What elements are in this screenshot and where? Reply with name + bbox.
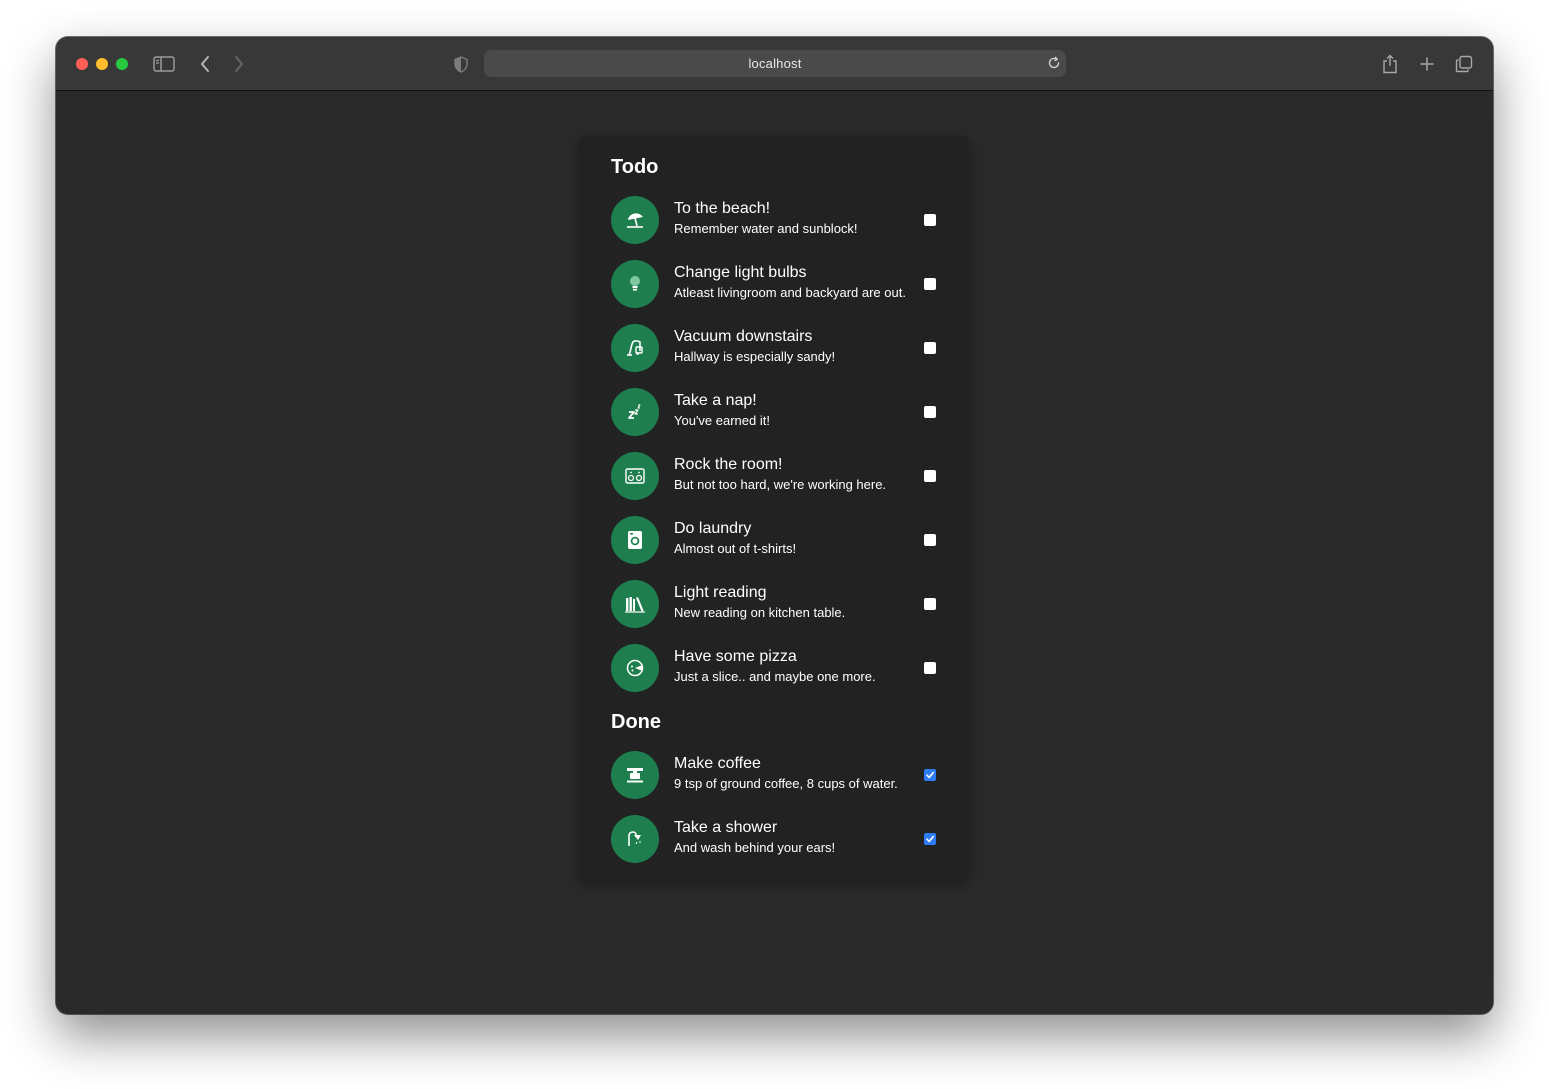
- todo-item-checkbox[interactable]: [924, 534, 936, 546]
- checkmark-icon: [926, 771, 934, 779]
- todo-item: Do laundry Almost out of t-shirts!: [611, 515, 941, 565]
- address-bar[interactable]: localhost: [484, 50, 1066, 77]
- reload-icon[interactable]: [1047, 56, 1061, 75]
- todo-section-title: Todo: [611, 156, 659, 178]
- todo-card: Todo To the beach! Remember water and su…: [579, 136, 969, 881]
- todo-item-subtitle: Hallway is especially sandy!: [674, 349, 836, 364]
- pizza-icon: [611, 644, 659, 692]
- share-icon[interactable]: [1378, 52, 1402, 76]
- checkmark-icon: [926, 835, 934, 843]
- todo-item-title: To the beach!: [674, 200, 771, 217]
- todo-item: Take a nap! You've earned it!: [611, 387, 941, 437]
- done-item-checkbox[interactable]: [924, 769, 936, 781]
- todo-item-checkbox[interactable]: [924, 470, 936, 482]
- done-item-title: Take a shower: [674, 819, 778, 836]
- done-item: Make coffee 9 tsp of ground coffee, 8 cu…: [611, 750, 941, 800]
- privacy-shield-icon[interactable]: [449, 52, 473, 76]
- browser-toolbar: localhost: [56, 37, 1493, 91]
- page-content: Todo To the beach! Remember water and su…: [56, 91, 1493, 1014]
- todo-item-checkbox[interactable]: [924, 342, 936, 354]
- todo-item-title: Take a nap!: [674, 392, 757, 409]
- done-item-title: Make coffee: [674, 755, 761, 772]
- coffee-maker-icon: [611, 751, 659, 799]
- close-window-button[interactable]: [76, 58, 88, 70]
- todo-item-subtitle: Remember water and sunblock!: [674, 221, 858, 236]
- back-icon[interactable]: [193, 52, 217, 76]
- todo-item-title: Light reading: [674, 584, 767, 601]
- done-item-subtitle: 9 tsp of ground coffee, 8 cups of water.: [674, 776, 898, 791]
- forward-icon[interactable]: [227, 52, 251, 76]
- sidebar-toggle-icon[interactable]: [152, 52, 176, 76]
- todo-item-checkbox[interactable]: [924, 214, 936, 226]
- todo-item-title: Have some pizza: [674, 648, 797, 665]
- todo-item-title: Rock the room!: [674, 456, 783, 473]
- done-item-checkbox[interactable]: [924, 833, 936, 845]
- todo-item-subtitle: But not too hard, we're working here.: [674, 477, 887, 492]
- address-text: localhost: [748, 56, 802, 71]
- beach-umbrella-icon: [611, 196, 659, 244]
- done-item-subtitle: And wash behind your ears!: [674, 840, 836, 855]
- todo-item-checkbox[interactable]: [924, 278, 936, 290]
- shower-icon: [611, 815, 659, 863]
- todo-item-checkbox[interactable]: [924, 598, 936, 610]
- zoom-window-button[interactable]: [116, 58, 128, 70]
- todo-item-subtitle: You've earned it!: [674, 413, 770, 428]
- done-item: Take a shower And wash behind your ears!: [611, 814, 941, 864]
- todo-item-subtitle: Atleast livingroom and backyard are out.: [674, 285, 906, 300]
- todo-item: Vacuum downstairs Hallway is especially …: [611, 323, 941, 373]
- todo-item-subtitle: New reading on kitchen table.: [674, 605, 846, 620]
- todo-item-title: Do laundry: [674, 520, 752, 537]
- speaker-icon: [611, 452, 659, 500]
- minimize-window-button[interactable]: [96, 58, 108, 70]
- washing-machine-icon: [611, 516, 659, 564]
- todo-item-checkbox[interactable]: [924, 662, 936, 674]
- todo-item: Rock the room! But not too hard, we're w…: [611, 451, 941, 501]
- tab-overview-icon[interactable]: [1452, 52, 1476, 76]
- todo-item-subtitle: Just a slice.. and maybe one more.: [674, 669, 876, 684]
- todo-item-subtitle: Almost out of t-shirts!: [674, 541, 797, 556]
- new-tab-icon[interactable]: [1415, 52, 1439, 76]
- todo-item: Have some pizza Just a slice.. and maybe…: [611, 643, 941, 693]
- sleep-icon: [611, 388, 659, 436]
- todo-item-title: Change light bulbs: [674, 264, 807, 281]
- todo-item: To the beach! Remember water and sunbloc…: [611, 195, 941, 245]
- todo-item-checkbox[interactable]: [924, 406, 936, 418]
- todo-item: Change light bulbs Atleast livingroom an…: [611, 259, 941, 309]
- lightbulb-icon: [611, 260, 659, 308]
- todo-item-title: Vacuum downstairs: [674, 328, 813, 345]
- books-icon: [611, 580, 659, 628]
- done-section-title: Done: [611, 711, 661, 733]
- todo-item: Light reading New reading on kitchen tab…: [611, 579, 941, 629]
- browser-window: localhost Todo To the beach! Remember wa…: [56, 37, 1493, 1014]
- vacuum-icon: [611, 324, 659, 372]
